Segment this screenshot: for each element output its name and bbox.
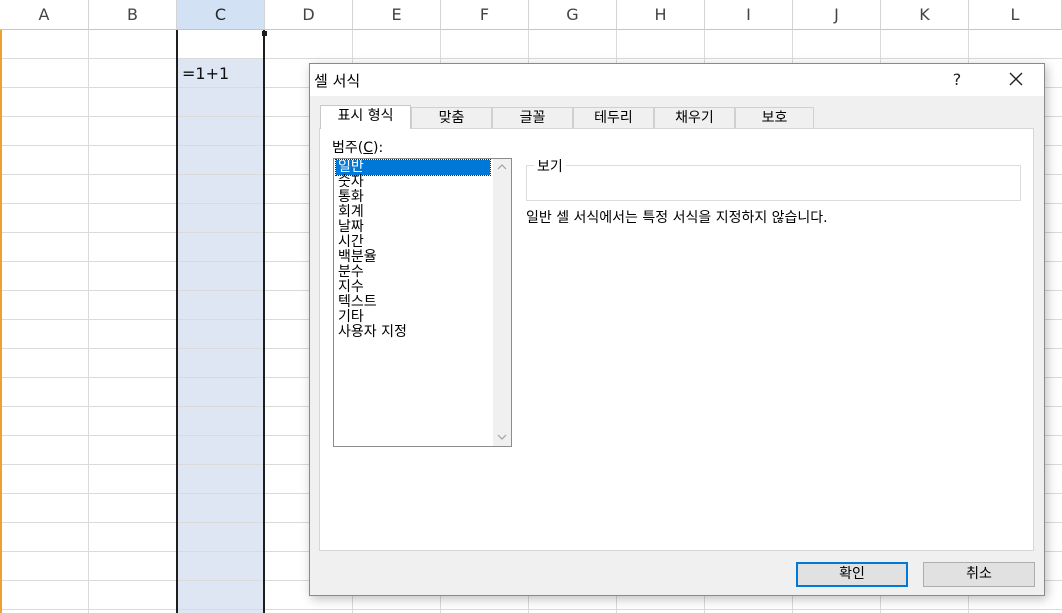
tab-font[interactable]: 글꼴	[492, 107, 573, 128]
tab-alignment[interactable]: 맞춤	[411, 107, 492, 128]
category-number[interactable]: 숫자	[336, 175, 490, 190]
sample-label: 보기	[534, 156, 566, 176]
category-fraction[interactable]: 분수	[336, 265, 490, 280]
category-general[interactable]: 일반	[335, 159, 491, 176]
category-currency[interactable]: 통화	[336, 190, 490, 205]
chevron-up-icon[interactable]	[493, 159, 511, 176]
category-accounting[interactable]: 회계	[336, 205, 490, 220]
close-icon[interactable]	[996, 64, 1036, 96]
column-header-j[interactable]: J	[793, 0, 881, 30]
category-list[interactable]: 일반 숫자 통화 회계 날짜 시간 백분율 분수 지수 텍스트 기타 사용자 지…	[333, 158, 512, 447]
column-header-b[interactable]: B	[89, 0, 177, 30]
column-header-l[interactable]: L	[969, 0, 1062, 30]
gridline	[88, 30, 89, 613]
category-scrollbar[interactable]	[493, 159, 511, 446]
category-time[interactable]: 시간	[336, 235, 490, 250]
category-text[interactable]: 텍스트	[336, 295, 490, 310]
column-header-f[interactable]: F	[441, 0, 529, 30]
column-header-c[interactable]: C	[177, 0, 265, 30]
gridline	[0, 58, 1062, 59]
dialog-titlebar[interactable]: 셀 서식 ?	[310, 64, 1044, 96]
format-cells-dialog: 셀 서식 ? 표시 형식 맞춤 글꼴 테두리 채우기 보호 범주(C): 일반 …	[309, 63, 1045, 596]
cell-c2-formula[interactable]: =1+1	[182, 64, 229, 83]
category-custom[interactable]: 사용자 지정	[336, 325, 490, 340]
tab-protection[interactable]: 보호	[735, 107, 814, 128]
column-header-h[interactable]: H	[617, 0, 705, 30]
category-date[interactable]: 날짜	[336, 220, 490, 235]
chevron-down-icon[interactable]	[493, 429, 511, 446]
column-header-i[interactable]: I	[705, 0, 793, 30]
sample-preview-box	[526, 165, 1021, 201]
fill-handle[interactable]	[262, 31, 267, 36]
category-percentage[interactable]: 백분율	[336, 250, 490, 265]
number-tab-panel: 범주(C): 일반 숫자 통화 회계 날짜 시간 백분율 분수 지수 텍스트 기…	[319, 128, 1034, 551]
category-label: 범주(C):	[332, 140, 384, 156]
column-selection-border	[176, 30, 265, 613]
column-header-g[interactable]: G	[529, 0, 617, 30]
cancel-button[interactable]: 취소	[923, 562, 1035, 587]
ok-button[interactable]: 확인	[796, 562, 908, 587]
tab-number[interactable]: 표시 형식	[320, 105, 411, 129]
column-header-e[interactable]: E	[353, 0, 441, 30]
help-button[interactable]: ?	[937, 64, 977, 96]
column-header-d[interactable]: D	[265, 0, 353, 30]
row-header-edge	[0, 30, 2, 613]
tab-fill[interactable]: 채우기	[654, 107, 735, 128]
dialog-title: 셀 서식	[314, 72, 361, 90]
column-header-k[interactable]: K	[881, 0, 969, 30]
column-header-a[interactable]: A	[0, 0, 89, 30]
tab-border[interactable]: 테두리	[573, 107, 654, 128]
category-description: 일반 셀 서식에서는 특정 서식을 지정하지 않습니다.	[526, 210, 828, 226]
category-special[interactable]: 기타	[336, 310, 490, 325]
category-scientific[interactable]: 지수	[336, 280, 490, 295]
gridline	[0, 609, 1062, 610]
